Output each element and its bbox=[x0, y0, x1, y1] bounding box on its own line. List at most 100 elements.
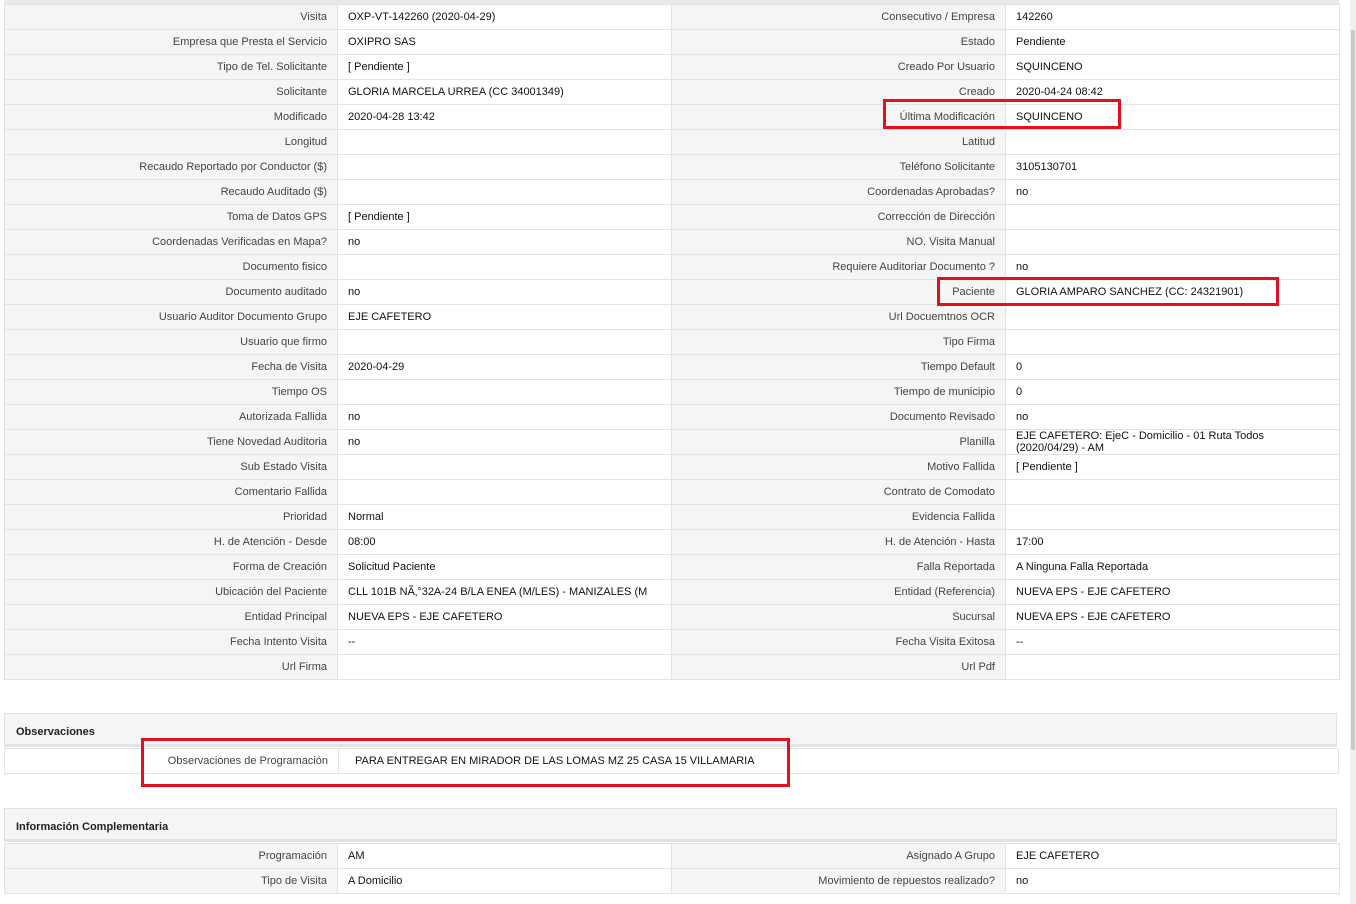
field-value: 08:00 bbox=[337, 529, 672, 555]
field-value: [ Pendiente ] bbox=[1005, 454, 1340, 480]
field-value: no bbox=[1005, 868, 1340, 894]
field-value: -- bbox=[1005, 629, 1340, 655]
field-label: Empresa que Presta el Servicio bbox=[4, 29, 338, 55]
detail-row: Documento auditado no Paciente GLORIA AMPAR… bbox=[4, 279, 1340, 305]
field-value: NUEVA EPS - EJE CAFETERO bbox=[337, 604, 672, 630]
field-label: Contrato de Comodato bbox=[671, 479, 1006, 505]
field-label: NO. Visita Manual bbox=[671, 229, 1006, 255]
field-value: Pendiente bbox=[1005, 29, 1340, 55]
field-label: Url Firma bbox=[4, 654, 338, 680]
field-value: AM bbox=[337, 843, 672, 869]
field-value: no bbox=[1005, 254, 1340, 280]
observaciones-section-header: Observaciones bbox=[4, 713, 1337, 747]
field-value: no bbox=[337, 404, 672, 430]
field-label: Modificado bbox=[4, 104, 338, 130]
field-label: Toma de Datos GPS bbox=[4, 204, 338, 230]
field-value bbox=[337, 479, 672, 505]
field-value bbox=[337, 179, 672, 205]
field-value bbox=[337, 154, 672, 180]
field-value: 0 bbox=[1005, 379, 1340, 405]
detail-row: Recaudo Auditado ($) Coordenadas Aprobada… bbox=[4, 179, 1340, 205]
field-value: Normal bbox=[337, 504, 672, 530]
field-label: Coordenadas Aprobadas? bbox=[671, 179, 1006, 205]
field-value bbox=[1005, 329, 1340, 355]
field-value: SQUINCENO bbox=[1005, 54, 1340, 80]
field-value: EJE CAFETERO bbox=[337, 304, 672, 330]
field-label: Paciente bbox=[671, 279, 1006, 305]
field-value bbox=[337, 454, 672, 480]
field-label: Tiene Novedad Auditoria bbox=[4, 429, 338, 455]
field-value: 0 bbox=[1005, 354, 1340, 380]
field-label: Estado bbox=[671, 29, 1006, 55]
field-value bbox=[1005, 229, 1340, 255]
field-label: Ubicación del Paciente bbox=[4, 579, 338, 605]
field-label: Recaudo Reportado por Conductor ($) bbox=[4, 154, 338, 180]
field-label: Tipo Firma bbox=[671, 329, 1006, 355]
field-value: no bbox=[1005, 404, 1340, 430]
detail-row: Longitud Latitud bbox=[4, 129, 1340, 155]
field-value: 3105130701 bbox=[1005, 154, 1340, 180]
field-label: Documento auditado bbox=[4, 279, 338, 305]
detail-row: Comentario Fallida Contrato de Comodato bbox=[4, 479, 1340, 505]
field-value bbox=[1005, 204, 1340, 230]
field-label: Fecha de Visita bbox=[4, 354, 338, 380]
field-value: no bbox=[337, 429, 672, 455]
field-label: H. de Atención - Hasta bbox=[671, 529, 1006, 555]
field-label: Creado Por Usuario bbox=[671, 54, 1006, 80]
field-value: EJE CAFETERO: EjeC - Domicilio - 01 Ruta… bbox=[1005, 429, 1340, 455]
field-value: GLORIA MARCELA URREA (CC 34001349) bbox=[337, 79, 672, 105]
complementaria-section-header: Información Complementaria bbox=[4, 808, 1337, 842]
field-label: H. de Atención - Desde bbox=[4, 529, 338, 555]
field-value: no bbox=[1005, 179, 1340, 205]
detail-row: Entidad Principal NUEVA EPS - EJE CAFETER… bbox=[4, 604, 1340, 630]
field-label: Coordenadas Verificadas en Mapa? bbox=[4, 229, 338, 255]
field-label: Latitud bbox=[671, 129, 1006, 155]
field-label: Teléfono Solicitante bbox=[671, 154, 1006, 180]
field-value: GLORIA AMPARO SANCHEZ (CC: 24321901) bbox=[1005, 279, 1340, 305]
field-value: 2020-04-24 08:42 bbox=[1005, 79, 1340, 105]
field-value: NUEVA EPS - EJE CAFETERO bbox=[1005, 579, 1340, 605]
field-value: OXIPRO SAS bbox=[337, 29, 672, 55]
field-value: Solicitud Paciente bbox=[337, 554, 672, 580]
field-value: NUEVA EPS - EJE CAFETERO bbox=[1005, 604, 1340, 630]
vertical-scrollbar[interactable] bbox=[1350, 0, 1356, 904]
field-label: Visita bbox=[4, 4, 338, 30]
field-label: Usuario que firmo bbox=[4, 329, 338, 355]
field-value: 2020-04-28 13:42 bbox=[337, 104, 672, 130]
field-value: OXP-VT-142260 (2020-04-29) bbox=[337, 4, 672, 30]
field-value: A Ninguna Falla Reportada bbox=[1005, 554, 1340, 580]
field-value bbox=[1005, 479, 1340, 505]
field-label: Solicitante bbox=[4, 79, 338, 105]
detail-row: Prioridad Normal Evidencia Fallida bbox=[4, 504, 1340, 530]
field-value bbox=[337, 254, 672, 280]
field-value bbox=[337, 329, 672, 355]
field-label: Usuario Auditor Documento Grupo bbox=[4, 304, 338, 330]
field-value: -- bbox=[337, 629, 672, 655]
scrollbar-thumb[interactable] bbox=[1351, 30, 1355, 750]
field-label: Creado bbox=[671, 79, 1006, 105]
field-label: Documento fisico bbox=[4, 254, 338, 280]
field-label: Url Pdf bbox=[671, 654, 1006, 680]
field-value: 2020-04-29 bbox=[337, 354, 672, 380]
visit-details-table: Visita OXP-VT-142260 (2020-04-29) Consecut… bbox=[4, 4, 1340, 680]
field-label: Url Docuemtnos OCR bbox=[671, 304, 1006, 330]
field-label: Tiempo OS bbox=[4, 379, 338, 405]
field-value bbox=[1005, 504, 1340, 530]
field-label: Sub Estado Visita bbox=[4, 454, 338, 480]
section-title-observaciones: Observaciones bbox=[16, 726, 95, 738]
field-value bbox=[1005, 304, 1340, 330]
observaciones-programacion-label: Observaciones de Programación bbox=[167, 755, 328, 767]
field-label: Corrección de Dirección bbox=[671, 204, 1006, 230]
field-label: Evidencia Fallida bbox=[671, 504, 1006, 530]
field-value: 142260 bbox=[1005, 4, 1340, 30]
field-value bbox=[337, 129, 672, 155]
field-label: Requiere Auditoriar Documento ? bbox=[671, 254, 1006, 280]
detail-row: Ubicación del Paciente CLL 101B NÃ‚°32A-2… bbox=[4, 579, 1340, 605]
field-label: Tiempo Default bbox=[671, 354, 1006, 380]
field-label: Fecha Visita Exitosa bbox=[671, 629, 1006, 655]
detail-row: Empresa que Presta el Servicio OXIPRO SAS… bbox=[4, 29, 1340, 55]
field-label: Motivo Fallida bbox=[671, 454, 1006, 480]
field-label: Última Modificación bbox=[671, 104, 1006, 130]
detail-row: Sub Estado Visita Motivo Fallida[ Pendien… bbox=[4, 454, 1340, 480]
field-label: Entidad Principal bbox=[4, 604, 338, 630]
